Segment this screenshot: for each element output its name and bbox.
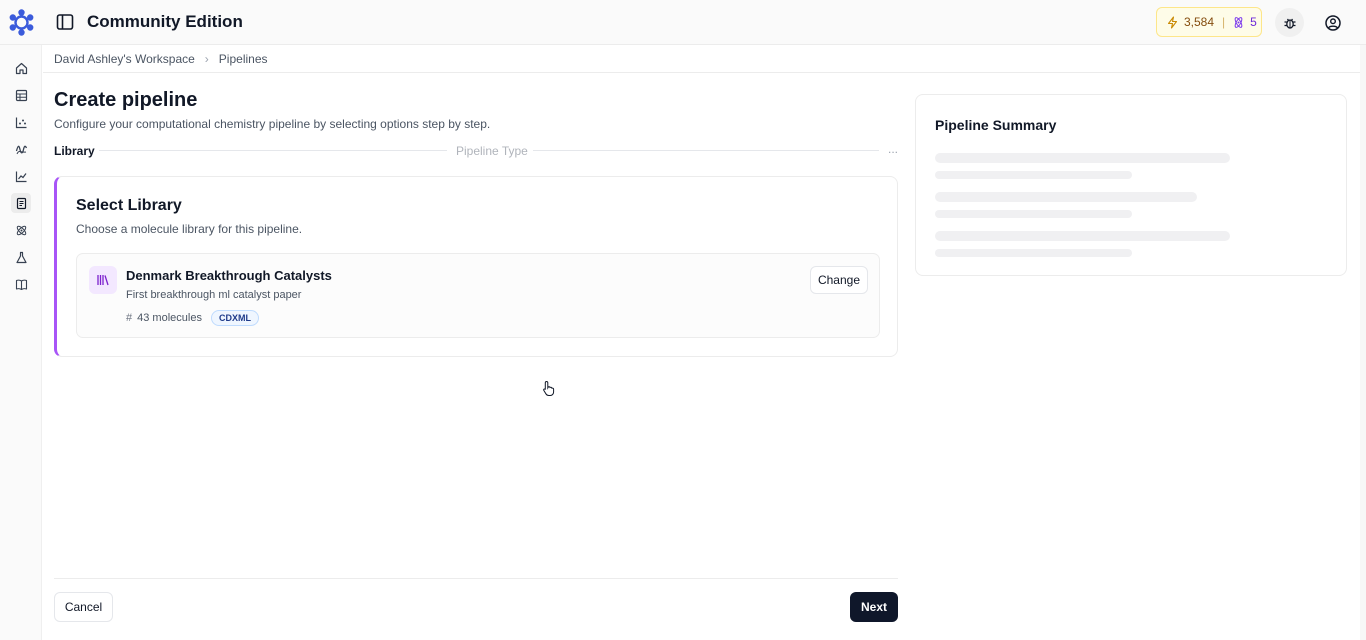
library-name: Denmark Breakthrough Catalysts xyxy=(126,268,332,283)
change-library-button[interactable]: Change xyxy=(810,266,868,294)
line-chart-icon xyxy=(15,171,26,182)
step-divider xyxy=(533,150,879,151)
skeleton-line xyxy=(935,153,1230,163)
flask-icon xyxy=(15,251,27,263)
page-subtitle: Configure your computational chemistry p… xyxy=(54,117,491,131)
molecule-count: 43 molecules xyxy=(137,312,202,324)
sidebar-toggle-icon[interactable] xyxy=(56,13,74,31)
step-pipeline-type[interactable]: Pipeline Type xyxy=(456,144,528,158)
nav-lab[interactable] xyxy=(11,247,31,267)
skeleton-line xyxy=(935,171,1132,179)
breadcrumb: David Ashley's Workspace › Pipelines xyxy=(43,45,1366,73)
skeleton-line xyxy=(935,210,1132,218)
nav-waveform[interactable] xyxy=(11,139,31,159)
nav-molecules[interactable] xyxy=(11,220,31,240)
skeleton-line xyxy=(935,249,1132,257)
nav-line-chart[interactable] xyxy=(11,166,31,186)
footer-divider xyxy=(54,578,898,579)
flower-logo-icon[interactable] xyxy=(8,9,35,36)
book-icon xyxy=(15,279,27,290)
scrollbar[interactable] xyxy=(1360,45,1366,640)
home-icon xyxy=(15,62,27,74)
app-title: Community Edition xyxy=(87,12,243,31)
nav-docs[interactable] xyxy=(11,274,31,294)
table-icon xyxy=(15,89,27,101)
page-title: Create pipeline xyxy=(54,89,198,111)
bolt-icon xyxy=(1167,15,1178,29)
credits-separator: | xyxy=(1222,15,1226,29)
step-library[interactable]: Library xyxy=(54,144,95,158)
card-subtitle: Choose a molecule library for this pipel… xyxy=(76,222,303,236)
atom-icon xyxy=(1234,16,1243,28)
left-nav-rail xyxy=(0,45,42,640)
stepper: Library Pipeline Type ... xyxy=(54,142,898,158)
library-meta: # 43 molecules CDXML xyxy=(126,310,259,326)
skeleton-line xyxy=(935,192,1197,202)
pipeline-summary-panel: Pipeline Summary xyxy=(915,94,1347,276)
breadcrumb-current[interactable]: Pipelines xyxy=(219,52,268,66)
scatter-chart-icon xyxy=(15,117,26,128)
card-title: Select Library xyxy=(76,197,182,214)
library-icon xyxy=(89,266,117,294)
credits-badge[interactable]: 3,584 | 5 xyxy=(1156,7,1262,37)
molecule-icon xyxy=(16,225,26,235)
nav-table[interactable] xyxy=(11,85,31,105)
bug-icon xyxy=(1284,18,1295,29)
step-more: ... xyxy=(887,142,898,156)
skeleton-line xyxy=(935,231,1230,241)
summary-title: Pipeline Summary xyxy=(935,117,1057,133)
bug-report-button[interactable] xyxy=(1275,8,1304,37)
nav-scatter[interactable] xyxy=(11,112,31,132)
step-divider xyxy=(99,150,447,151)
cancel-button[interactable]: Cancel xyxy=(54,592,113,622)
format-badge: CDXML xyxy=(210,310,259,326)
nav-home[interactable] xyxy=(11,58,31,78)
selected-library-item[interactable]: Denmark Breakthrough Catalysts First bre… xyxy=(76,253,880,338)
nav-documents[interactable] xyxy=(11,193,31,213)
user-menu-button[interactable] xyxy=(1318,8,1347,37)
select-library-card: Select Library Choose a molecule library… xyxy=(54,176,898,357)
waveform-icon xyxy=(15,145,27,154)
breadcrumb-workspace[interactable]: David Ashley's Workspace xyxy=(54,52,195,66)
credits-count: 5 xyxy=(1250,15,1257,29)
top-bar: Community Edition 3,584 | 5 xyxy=(0,0,1366,45)
hand-pointer-cursor-icon xyxy=(543,380,555,396)
document-icon xyxy=(16,197,26,209)
user-circle-icon xyxy=(1324,14,1341,31)
library-description: First breakthrough ml catalyst paper xyxy=(126,289,302,301)
hash-icon: # xyxy=(126,312,133,324)
chevron-right-icon: › xyxy=(204,51,209,66)
next-button[interactable]: Next xyxy=(850,592,898,622)
credits-amount: 3,584 xyxy=(1184,15,1215,29)
